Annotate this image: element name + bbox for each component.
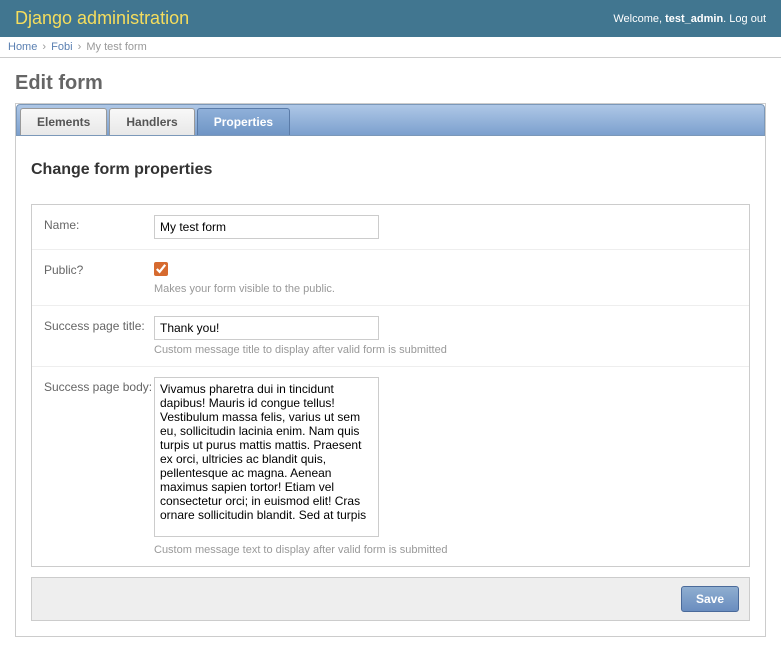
row-name: Name: bbox=[32, 205, 749, 250]
admin-header: Django administration Welcome, test_admi… bbox=[0, 0, 781, 37]
tab-properties[interactable]: Properties bbox=[197, 108, 290, 135]
breadcrumb: Home › Fobi › My test form bbox=[0, 37, 781, 58]
label-public: Public? bbox=[44, 260, 154, 295]
success-title-field[interactable] bbox=[154, 316, 379, 340]
row-success-title: Success page title: Custom message title… bbox=[32, 306, 749, 367]
submit-row bbox=[31, 577, 750, 621]
breadcrumb-home[interactable]: Home bbox=[8, 41, 37, 53]
welcome-text: Welcome, bbox=[613, 13, 665, 25]
name-field[interactable] bbox=[154, 215, 379, 239]
breadcrumb-separator: › bbox=[42, 41, 46, 53]
username: test_admin bbox=[665, 13, 723, 25]
tab-handlers[interactable]: Handlers bbox=[109, 108, 194, 135]
label-success-body: Success page body: bbox=[44, 377, 154, 556]
user-tools: Welcome, test_admin. Log out bbox=[613, 13, 766, 25]
site-title: Django administration bbox=[15, 8, 189, 29]
form-heading: Change form properties bbox=[31, 161, 750, 179]
label-name: Name: bbox=[44, 215, 154, 239]
page-title: Edit form bbox=[15, 72, 766, 95]
tabs-bar: Elements Handlers Properties bbox=[16, 104, 765, 136]
public-checkbox[interactable] bbox=[154, 262, 168, 276]
breadcrumb-current: My test form bbox=[86, 41, 147, 53]
row-public: Public? Makes your form visible to the p… bbox=[32, 250, 749, 306]
fieldset: Name: Public? Makes your form visible to… bbox=[31, 204, 750, 567]
row-success-body: Success page body: Vivamus pharetra dui … bbox=[32, 367, 749, 566]
help-success-body: Custom message text to display after val… bbox=[154, 544, 737, 556]
help-success-title: Custom message title to display after va… bbox=[154, 344, 737, 356]
content: Edit form Elements Handlers Properties C… bbox=[0, 58, 781, 657]
breadcrumb-separator: › bbox=[78, 41, 82, 53]
label-success-title: Success page title: bbox=[44, 316, 154, 356]
help-public: Makes your form visible to the public. bbox=[154, 283, 737, 295]
tab-elements[interactable]: Elements bbox=[20, 108, 107, 135]
success-body-field[interactable]: Vivamus pharetra dui in tincidunt dapibu… bbox=[154, 377, 379, 537]
save-button[interactable] bbox=[681, 586, 739, 612]
tab-panel-properties: Change form properties Name: Public? Mak… bbox=[16, 136, 765, 636]
module: Elements Handlers Properties Change form… bbox=[15, 103, 766, 637]
logout-link[interactable]: Log out bbox=[729, 13, 766, 25]
breadcrumb-app[interactable]: Fobi bbox=[51, 41, 72, 53]
